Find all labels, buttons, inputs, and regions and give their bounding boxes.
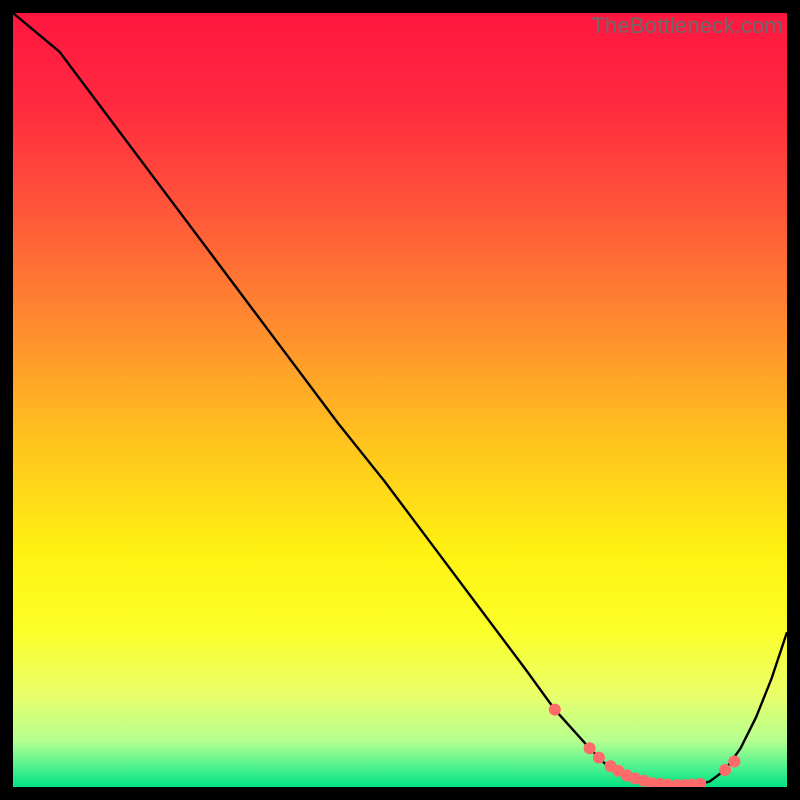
marker-dot [719,764,731,776]
chart-canvas [13,13,787,787]
marker-dot [593,752,605,764]
marker-dot [728,755,740,767]
marker-dot [584,742,596,754]
chart-frame: TheBottleneck.com [13,13,787,787]
watermark-label: TheBottleneck.com [591,13,783,39]
chart-background [13,13,787,787]
marker-dot [549,704,561,716]
